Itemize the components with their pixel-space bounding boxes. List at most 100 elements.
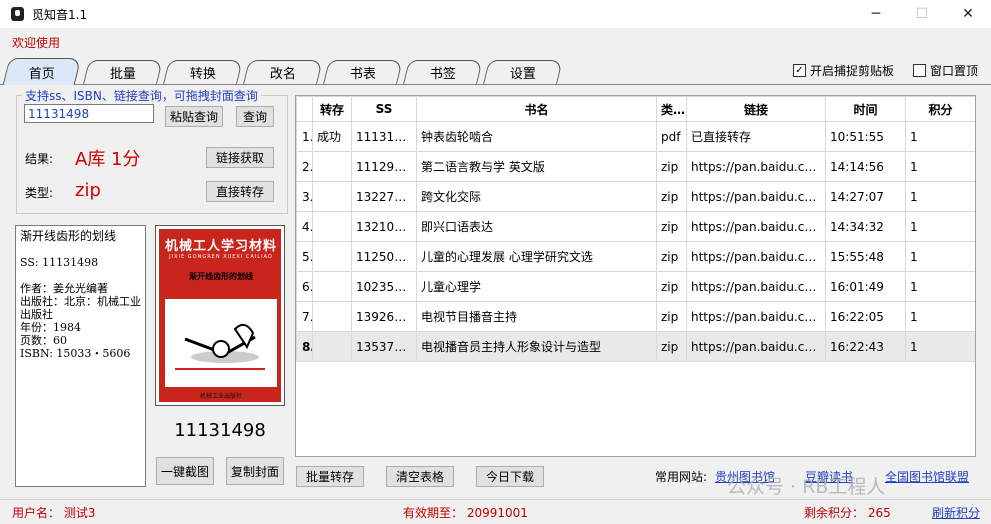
- cell-rownum[interactable]: 5: [296, 241, 313, 272]
- cell-ss[interactable]: 13537386: [351, 331, 417, 362]
- cell-transfer[interactable]: [312, 241, 352, 272]
- clipboard-checkbox[interactable]: ✓: [793, 64, 806, 77]
- cell-ss[interactable]: 13926332: [351, 301, 417, 332]
- cell-points[interactable]: 1: [905, 121, 975, 152]
- cell-rownum[interactable]: 6: [296, 271, 313, 302]
- cell-type[interactable]: zip: [656, 331, 687, 362]
- maximize-button[interactable]: ☐: [899, 0, 945, 28]
- cell-link[interactable]: https://pan.baidu.co...: [686, 211, 826, 242]
- clear-table-button[interactable]: 清空表格: [386, 466, 454, 487]
- cell-ss[interactable]: 11131499: [351, 121, 417, 152]
- col-header-points[interactable]: 积分: [905, 96, 975, 122]
- tab-home-active[interactable]: 首页: [2, 58, 82, 85]
- cell-title[interactable]: 即兴口语表达: [416, 211, 657, 242]
- cell-title[interactable]: 电视播音员主持人形象设计与造型: [416, 331, 657, 362]
- cell-link[interactable]: https://pan.baidu.co...: [686, 181, 826, 212]
- screenshot-button[interactable]: 一键截图: [156, 457, 214, 485]
- cell-link[interactable]: https://pan.baidu.co...: [686, 301, 826, 332]
- cell-ss[interactable]: 11250736: [351, 241, 417, 272]
- cell-type[interactable]: zip: [656, 211, 687, 242]
- refresh-points-link[interactable]: 刷新积分: [932, 504, 980, 521]
- cell-time[interactable]: 16:22:05: [825, 301, 906, 332]
- close-button[interactable]: ✕: [945, 0, 991, 28]
- cell-transfer[interactable]: [312, 211, 352, 242]
- link-fetch-button[interactable]: 链接获取: [206, 147, 274, 168]
- cell-time[interactable]: 15:55:48: [825, 241, 906, 272]
- ontop-option[interactable]: 窗口置顶: [913, 62, 978, 79]
- tab-batch[interactable]: 批量: [83, 60, 163, 84]
- cell-rownum[interactable]: 1: [296, 121, 313, 152]
- cell-points[interactable]: 1: [905, 211, 975, 242]
- today-download-button[interactable]: 今日下载: [476, 466, 544, 487]
- cell-transfer[interactable]: 成功: [312, 121, 352, 152]
- table-row[interactable]: 8 13537386 电视播音员主持人形象设计与造型 zip https://pan.b…: [296, 331, 975, 362]
- cell-points[interactable]: 1: [905, 151, 975, 182]
- direct-transfer-button[interactable]: 直接转存: [206, 181, 274, 202]
- table-row[interactable]: 7 13926332 电视节目播音主持 zip https://pan.baidu.co…: [296, 301, 975, 332]
- table-row[interactable]: 2 11129047 第二语言教与学 英文版 zip https://pan.baidu…: [296, 151, 975, 182]
- ontop-checkbox[interactable]: [913, 64, 926, 77]
- cell-time[interactable]: 10:51:55: [825, 121, 906, 152]
- cell-rownum[interactable]: 7: [296, 301, 313, 332]
- batch-transfer-button[interactable]: 批量转存: [296, 466, 364, 487]
- cell-title[interactable]: 儿童心理学: [416, 271, 657, 302]
- cell-link[interactable]: https://pan.baidu.co...: [686, 151, 826, 182]
- cell-link[interactable]: 已直接转存: [686, 121, 826, 152]
- cell-time[interactable]: 16:22:43: [825, 331, 906, 362]
- cell-transfer[interactable]: [312, 331, 352, 362]
- table-row[interactable]: 6 10235884 儿童心理学 zip https://pan.baidu.co...…: [296, 271, 975, 302]
- cell-rownum[interactable]: 2: [296, 151, 313, 182]
- cell-type[interactable]: zip: [656, 241, 687, 272]
- cell-ss[interactable]: 11129047: [351, 151, 417, 182]
- clipboard-option[interactable]: ✓ 开启捕捉剪贴板: [793, 62, 894, 79]
- paste-query-button[interactable]: 粘贴查询: [165, 106, 223, 127]
- query-button[interactable]: 查询: [236, 106, 274, 127]
- cell-link[interactable]: https://pan.baidu.co...: [686, 331, 826, 362]
- results-table[interactable]: 转存 SS 书名 类型 链接 时间 积分 1 成功 11131499 钟表齿轮啮合 pd…: [295, 95, 976, 457]
- cell-ss[interactable]: 13210545: [351, 211, 417, 242]
- table-row[interactable]: 4 13210545 即兴口语表达 zip https://pan.baidu.co..…: [296, 211, 975, 242]
- cell-link[interactable]: https://pan.baidu.co...: [686, 241, 826, 272]
- cell-rownum[interactable]: 4: [296, 211, 313, 242]
- cell-type[interactable]: pdf: [656, 121, 687, 152]
- cell-title[interactable]: 跨文化交际: [416, 181, 657, 212]
- cell-points[interactable]: 1: [905, 301, 975, 332]
- cell-title[interactable]: 第二语言教与学 英文版: [416, 151, 657, 182]
- cell-time[interactable]: 14:14:56: [825, 151, 906, 182]
- cell-title[interactable]: 钟表齿轮啮合: [416, 121, 657, 152]
- table-row[interactable]: 1 成功 11131499 钟表齿轮啮合 pdf 已直接转存 10:51:55 1: [296, 121, 975, 152]
- table-row[interactable]: 3 13227198 跨文化交际 zip https://pan.baidu.co...…: [296, 181, 975, 212]
- col-header-ss[interactable]: SS: [351, 96, 417, 122]
- cell-transfer[interactable]: [312, 271, 352, 302]
- col-header-time[interactable]: 时间: [825, 96, 906, 122]
- col-header-link[interactable]: 链接: [686, 96, 826, 122]
- cell-rownum[interactable]: 8: [296, 331, 313, 362]
- cell-transfer[interactable]: [312, 301, 352, 332]
- cell-points[interactable]: 1: [905, 181, 975, 212]
- minimize-button[interactable]: ─: [853, 0, 899, 28]
- cell-ss[interactable]: 10235884: [351, 271, 417, 302]
- cell-type[interactable]: zip: [656, 271, 687, 302]
- tab-rename[interactable]: 改名: [243, 60, 323, 84]
- cell-title[interactable]: 儿童的心理发展 心理学研究文选: [416, 241, 657, 272]
- cell-time[interactable]: 16:01:49: [825, 271, 906, 302]
- tab-convert[interactable]: 转换: [163, 60, 243, 84]
- cell-rownum[interactable]: 3: [296, 181, 313, 212]
- cell-points[interactable]: 1: [905, 331, 975, 362]
- cell-time[interactable]: 14:27:07: [825, 181, 906, 212]
- table-row[interactable]: 5 11250736 儿童的心理发展 心理学研究文选 zip https://pan.b…: [296, 241, 975, 272]
- cell-transfer[interactable]: [312, 181, 352, 212]
- site-link-national-library[interactable]: 全国图书馆联盟: [885, 468, 969, 485]
- cell-points[interactable]: 1: [905, 241, 975, 272]
- col-header-title[interactable]: 书名: [416, 96, 657, 122]
- tab-booklist[interactable]: 书表: [323, 60, 403, 84]
- cell-ss[interactable]: 13227198: [351, 181, 417, 212]
- book-cover[interactable]: 机械工人学习材料 JIXIE GONGREN XUEXI CAILIAO 渐开线…: [155, 225, 285, 406]
- cell-type[interactable]: zip: [656, 181, 687, 212]
- cell-type[interactable]: zip: [656, 301, 687, 332]
- col-header-transfer[interactable]: 转存: [312, 96, 352, 122]
- cell-points[interactable]: 1: [905, 271, 975, 302]
- tab-settings[interactable]: 设置: [483, 60, 563, 84]
- cell-title[interactable]: 电视节目播音主持: [416, 301, 657, 332]
- cell-time[interactable]: 14:34:32: [825, 211, 906, 242]
